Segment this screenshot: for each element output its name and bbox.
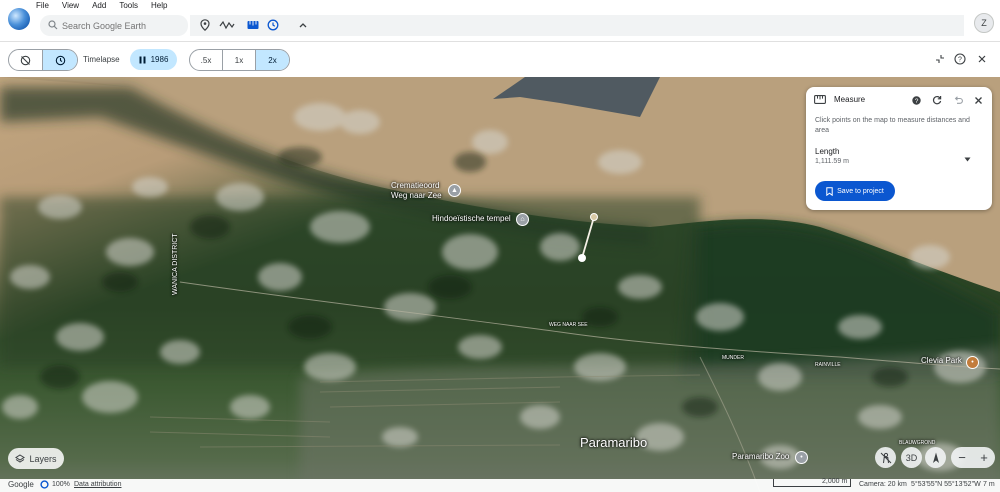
timelapse-year: 1986 — [150, 55, 169, 64]
menu-file[interactable]: File — [36, 1, 49, 10]
save-label: Save to project — [837, 187, 884, 195]
load-percent: 100% — [52, 481, 70, 488]
layers-label: Layers — [29, 453, 57, 464]
speed-selector: .5x 1x 2x — [189, 49, 290, 71]
map-label-crematorium-line2[interactable]: Weg naar Zee — [391, 191, 442, 200]
park-icon[interactable]: • — [966, 356, 979, 369]
measure-panel: Measure ? Click points on the map to mea… — [806, 87, 992, 210]
refresh-icon[interactable] — [931, 94, 943, 106]
map-label-paramaribo[interactable]: Paramaribo — [580, 435, 647, 450]
timelapse-label: Timelapse — [83, 55, 120, 64]
loading-circle-icon — [40, 480, 49, 491]
three-d-button[interactable]: 3D — [901, 447, 922, 468]
search-input[interactable] — [60, 19, 184, 32]
camera-altitude: Camera: 20 km — [859, 481, 907, 488]
zoom-out-button[interactable]: − — [951, 447, 973, 468]
landmark-icon[interactable]: ▲ — [448, 184, 461, 197]
layers-button[interactable]: Layers — [8, 448, 64, 469]
path-icon[interactable] — [218, 18, 236, 32]
zoom-control: − + — [951, 447, 995, 468]
timelapse-mode-toggle — [8, 49, 78, 71]
history-off-button[interactable] — [9, 50, 42, 70]
google-earth-logo[interactable] — [8, 8, 30, 30]
google-brand: Google — [8, 480, 34, 489]
svg-text:?: ? — [958, 57, 962, 64]
search-icon — [48, 19, 60, 32]
map-label-blauwgrond: BLAUWGROND — [899, 440, 936, 446]
save-to-project-button[interactable]: Save to project — [815, 181, 895, 201]
history-off-icon — [20, 55, 31, 65]
measure-ruler-icon[interactable] — [246, 18, 260, 32]
top-bar: File View Add Tools Help Z — [0, 0, 1000, 40]
map-label-road: WEG NAAR SEE — [549, 322, 588, 328]
account-avatar[interactable]: Z — [974, 13, 994, 33]
undo-icon[interactable] — [952, 94, 964, 106]
measure-header: Measure — [814, 95, 865, 104]
map-label-district: WANICA DISTRICT — [172, 233, 179, 295]
toolbar — [190, 15, 964, 36]
search-box[interactable] — [40, 15, 188, 36]
map-label-rainville: RAINVILLE — [815, 362, 841, 368]
help-icon[interactable]: ? — [953, 52, 967, 66]
timelapse-history-icon[interactable] — [266, 18, 280, 32]
timelapse-bar: Timelapse 1986 .5x 1x 2x ? — [0, 41, 1000, 77]
map-label-munder: MUNDER — [722, 355, 744, 361]
menu-help[interactable]: Help — [151, 1, 167, 10]
zoom-in-button[interactable]: + — [973, 447, 995, 468]
scale-label: 2,000 m — [822, 478, 848, 485]
data-attribution-link[interactable]: Data attribution — [74, 481, 121, 488]
svg-text:?: ? — [914, 97, 918, 104]
layers-icon — [15, 453, 26, 463]
menu-view[interactable]: View — [62, 1, 79, 10]
history-on-button[interactable] — [42, 50, 77, 70]
close-icon[interactable] — [975, 52, 989, 66]
map-label-clevia-park[interactable]: Clevia Park — [921, 356, 962, 365]
menu-tools[interactable]: Tools — [119, 1, 138, 10]
unit-dropdown-icon[interactable] — [964, 151, 971, 165]
length-value: 1,111.59 m — [815, 158, 849, 165]
elevation: 7 m — [983, 481, 995, 488]
menu-add[interactable]: Add — [92, 1, 106, 10]
compass-icon[interactable] — [925, 447, 946, 468]
speed-1x-button[interactable]: 1x — [222, 50, 255, 70]
collapse-icon[interactable] — [933, 52, 947, 66]
temple-icon[interactable]: ⌂ — [516, 213, 529, 226]
menu-bar: File View Add Tools Help — [36, 1, 180, 10]
history-icon — [55, 55, 65, 65]
measure-title: Measure — [834, 95, 866, 104]
bookmark-icon — [826, 186, 833, 196]
street-view-off-icon[interactable] — [875, 447, 896, 468]
place-pin-icon[interactable] — [198, 18, 212, 32]
length-label: Length — [815, 147, 840, 156]
speed-0-5x-button[interactable]: .5x — [190, 50, 222, 70]
measure-help-icon[interactable]: ? — [910, 94, 922, 106]
map-label-paramaribo-zoo[interactable]: Paramaribo Zoo — [732, 452, 789, 461]
map-label-crematorium[interactable]: Crematieoord — [391, 181, 439, 190]
timelapse-pause-button[interactable]: 1986 — [130, 49, 177, 70]
ruler-icon — [814, 95, 826, 104]
measure-instructions: Click points on the map to measure dista… — [815, 117, 970, 134]
speed-2x-button[interactable]: 2x — [255, 50, 289, 70]
coordinates: 5°53'55"N 55°13'52"W — [911, 481, 981, 488]
zoo-icon[interactable]: • — [795, 451, 808, 464]
map-label-temple[interactable]: Hindoeïstische tempel — [432, 214, 511, 223]
status-bar: Google 100% Data attribution 2,000 m Cam… — [0, 478, 1000, 492]
pause-icon — [139, 56, 146, 63]
measure-close-icon[interactable] — [972, 94, 984, 106]
chevron-up-icon[interactable] — [296, 18, 310, 32]
